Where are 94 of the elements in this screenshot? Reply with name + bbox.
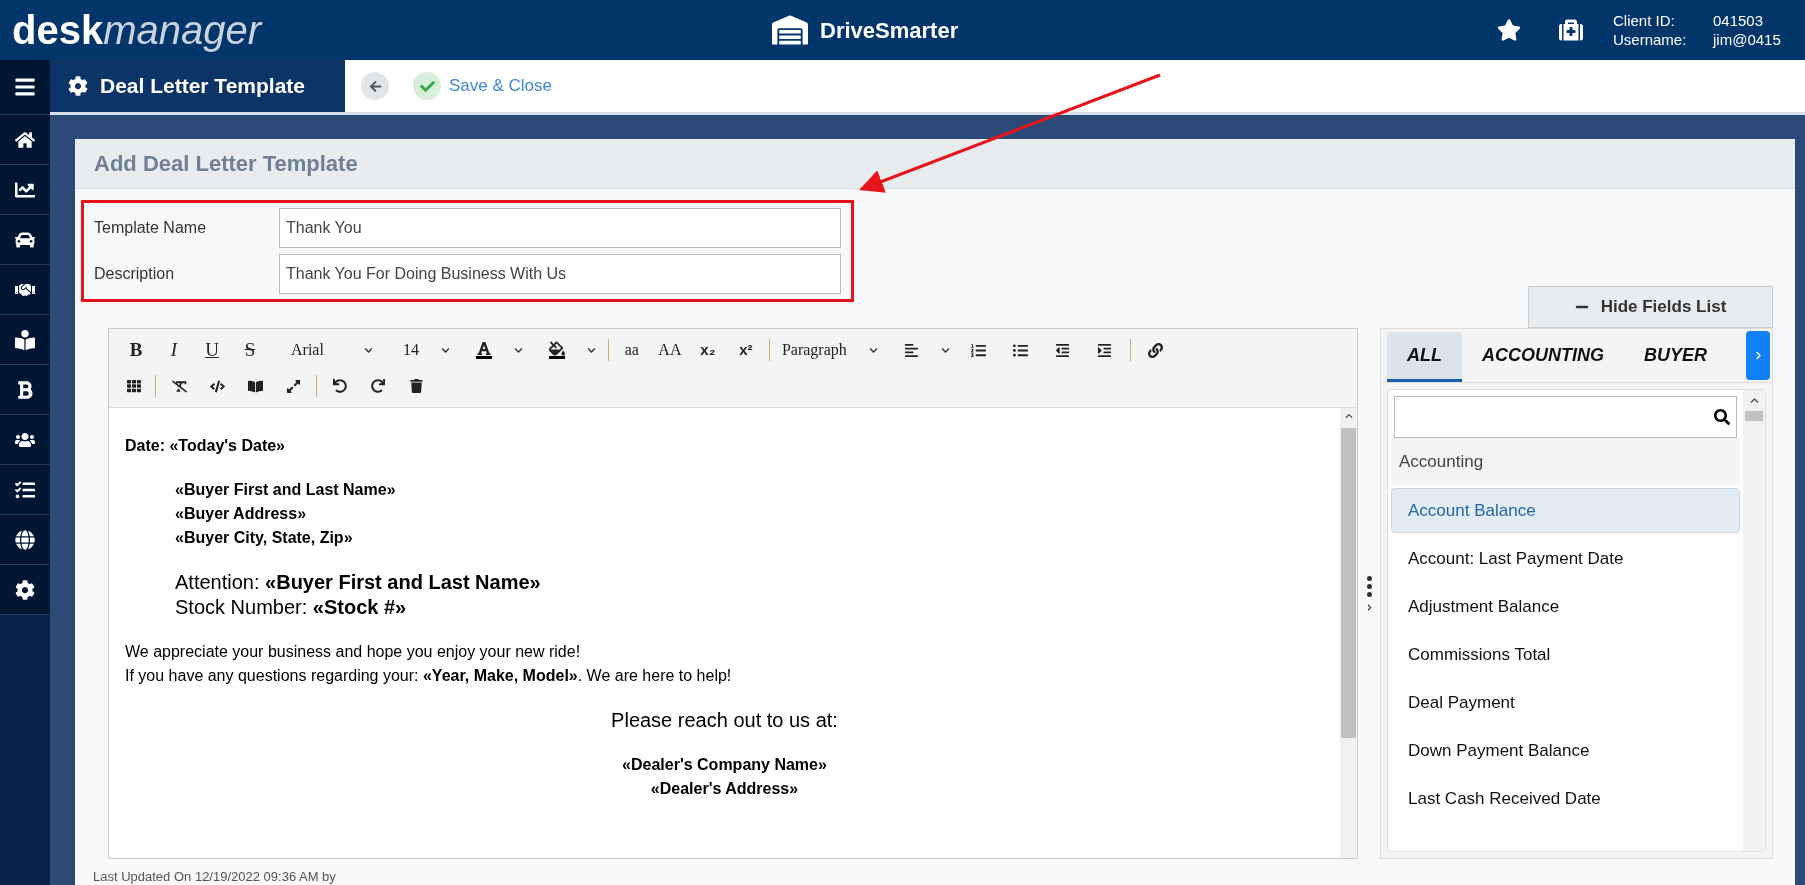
letter-line: «Buyer Address» [175,504,308,524]
search-icon [1714,409,1730,425]
numbered-list-icon [971,342,987,358]
client-id-value: 041503 [1713,11,1765,30]
caret-icon [586,345,596,355]
bullet-list-icon [1013,342,1029,358]
category-tab[interactable]: ALL [1387,332,1462,382]
script-button[interactable]: x₂ [688,335,727,365]
letter-line: «Buyer First and Last Name» [175,480,397,500]
search-field[interactable] [1394,396,1737,438]
trash-icon [409,379,423,393]
back-button[interactable] [361,72,389,100]
text-field[interactable]: Thank You For Doing Business With Us [279,254,841,294]
menu-icon[interactable] [14,76,36,98]
format-button[interactable]: B [117,335,155,365]
garage-icon [772,15,808,45]
undo-icon [333,379,347,393]
case-button[interactable]: AA [650,335,689,365]
client-id-label: Client ID: [1613,11,1676,30]
letter-line: «Dealer's Address» [649,779,800,799]
settings-icon [68,76,88,96]
field-list-item[interactable]: Account: Last Payment Date [1391,536,1740,581]
letter-line: We appreciate your business and hope you enjoy your new ride! [125,642,582,662]
username-value: jim@0415 [1713,30,1782,49]
grid-icon [127,379,141,393]
letter-line: Please reach out to us at: [610,708,839,733]
format-button[interactable]: S [231,335,269,365]
list-scrollbar[interactable] [1743,390,1765,851]
text-color-icon [475,341,492,359]
splitter-handle[interactable] [1365,576,1373,611]
logo: deskmanager [12,10,264,50]
letter-line: Attention: «Buyer First and Last Name» [175,570,542,595]
book-icon [247,378,263,394]
field-list-item[interactable]: Adjustment Balance [1391,584,1740,629]
field-list-item[interactable]: Commissions Total [1391,632,1740,677]
favorites-icon[interactable] [1497,18,1521,42]
chevron-right-icon [1753,351,1763,360]
category-tab[interactable]: ACCOUNTING [1462,332,1624,382]
letter-line: «Buyer City, State, Zip» [175,528,354,548]
category-tab[interactable]: BUYER [1624,332,1727,382]
font-dropdown[interactable]: Arial [283,335,381,365]
caret-icon [513,345,523,355]
field-list-item[interactable]: Last Cash Received Date [1391,776,1740,821]
bold-letter-icon[interactable] [15,379,35,400]
group-header: Accounting [1391,438,1740,485]
field-list-item[interactable]: Down Payment Balance [1391,728,1740,773]
highlight-icon [548,341,565,359]
caret-icon [868,345,878,355]
checklist-icon[interactable] [15,479,35,500]
last-updated-text: Last Updated On 12/19/2022 09:36 AM by [93,869,336,884]
scroll-thumb[interactable] [1745,411,1763,421]
back-arrow-icon [368,79,382,93]
hide-fields-button[interactable]: Hide Fields List [1528,286,1773,328]
expand-icon [285,378,301,394]
field-list-item[interactable]: Deal Payment [1391,680,1740,725]
scroll-up-icon[interactable] [1749,396,1759,405]
script-button[interactable]: x² [726,335,765,365]
scroll-up-icon[interactable] [1344,412,1353,420]
format-button[interactable]: U [193,335,231,365]
settings-icon[interactable] [15,579,35,600]
editor-scrollbar[interactable] [1340,408,1357,858]
letter-line: «Dealer's Company Name» [621,755,828,775]
field-label: Description [94,264,176,284]
field-label: Template Name [94,218,208,238]
block-format-dropdown[interactable]: Paragraph [773,335,886,365]
medkit-icon[interactable] [1559,18,1583,42]
scroll-thumb[interactable] [1341,428,1356,738]
caret-icon [940,345,950,355]
case-button[interactable]: aa [612,335,651,365]
outdent-icon [1055,342,1071,358]
indent-icon [1097,342,1113,358]
reader-icon[interactable] [15,329,35,350]
home-icon[interactable] [15,129,35,150]
size-dropdown[interactable]: 14 [394,335,458,365]
letter-line: If you have any questions regarding your: «Year, Make, Model». We are here to help! [125,666,733,686]
letter-line: Stock Number: «Stock #» [175,595,408,620]
redo-icon [371,379,385,393]
username-label: Username: [1613,30,1688,49]
card-title: Add Deal Letter Template [94,150,358,178]
caret-icon [363,345,373,355]
format-button[interactable]: I [155,335,193,365]
globe-icon[interactable] [15,529,35,550]
text-field[interactable]: Thank You [279,208,841,248]
link-icon [1148,342,1164,358]
letter-line: Date: «Today's Date» [125,436,286,456]
save-close-button[interactable]: Save & Close [413,72,552,100]
page-title: Deal Letter Template [100,73,305,100]
clear-format-icon [171,378,187,394]
check-icon [419,78,435,94]
field-list-item[interactable]: Account Balance [1391,488,1740,533]
caret-icon [440,345,450,355]
align-left-icon [903,342,919,358]
brand-name: DriveSmarter [820,16,959,45]
code-icon [209,378,225,394]
